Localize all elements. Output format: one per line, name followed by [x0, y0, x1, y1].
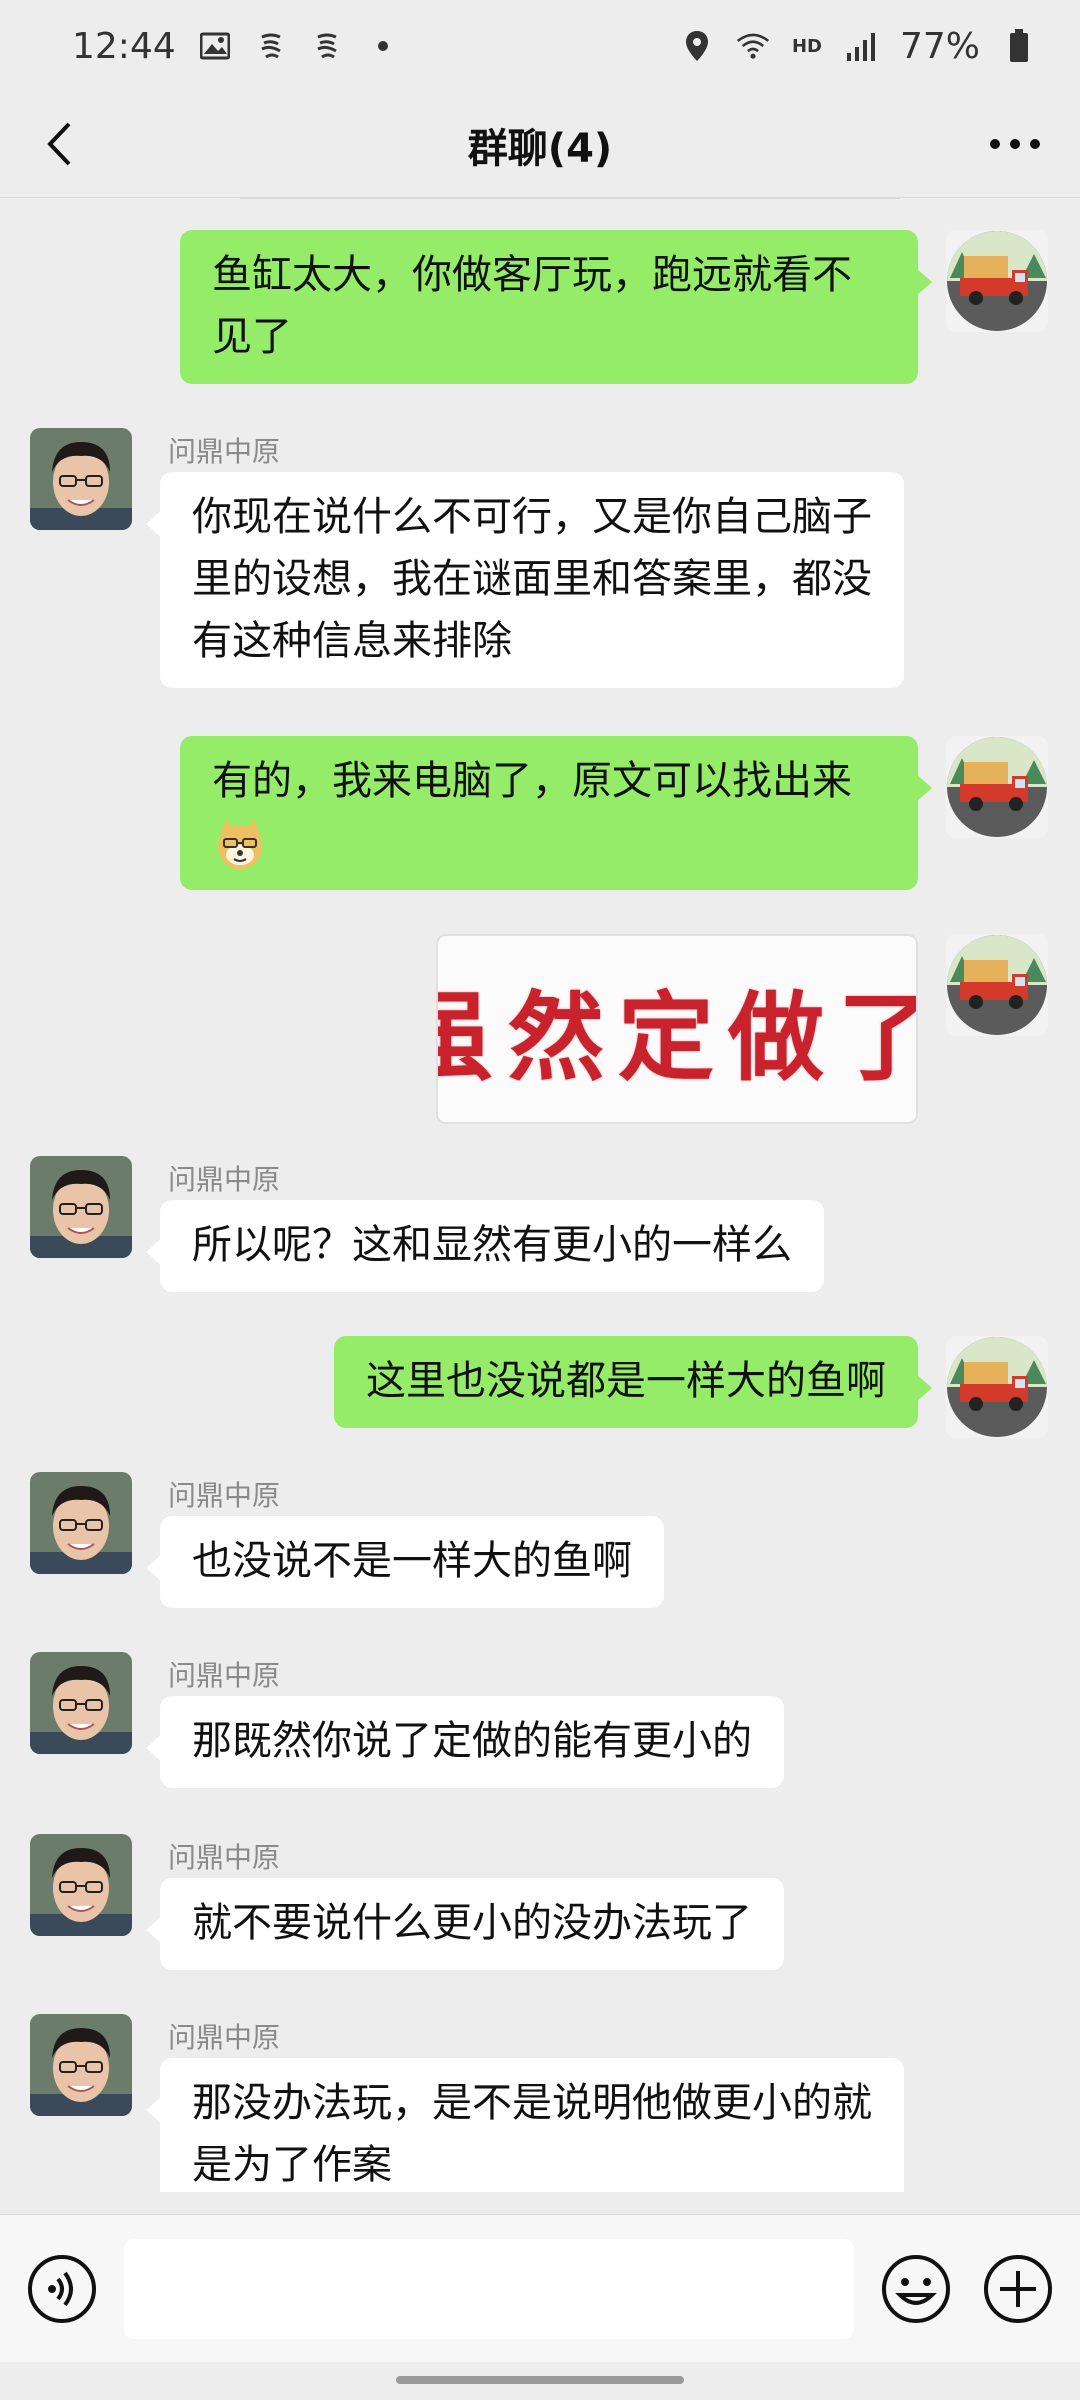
- sender-name: 问鼎中原: [168, 1163, 281, 1196]
- emoji-button[interactable]: [880, 2253, 952, 2325]
- chat-messages[interactable]: 鱼缸太大，你做客厅玩，跑远就看不见了 问鼎中原 你现在说什么不可行，又是你自己脑…: [0, 198, 1080, 2192]
- divider: [240, 198, 900, 199]
- message-bubble[interactable]: 有的，我来电脑了，原文可以找出来: [180, 736, 932, 890]
- plus-button[interactable]: [982, 2253, 1054, 2325]
- sender-name: 问鼎中原: [168, 1659, 281, 1692]
- person-avatar-icon: [30, 1834, 132, 1936]
- sender-name: 问鼎中原: [168, 1841, 281, 1874]
- voice-icon: [28, 2255, 96, 2323]
- person-avatar-icon: [30, 428, 132, 530]
- truck-avatar-icon: [946, 934, 1048, 1036]
- contact-avatar[interactable]: [30, 1472, 132, 1574]
- more-button[interactable]: [980, 114, 1050, 174]
- hd-label: HD: [791, 35, 822, 57]
- truck-avatar-icon: [946, 1336, 1048, 1438]
- truck-avatar-icon: [946, 736, 1048, 838]
- chat-header: 群聊(4): [0, 92, 1080, 198]
- chat-title: 群聊(4): [467, 125, 613, 172]
- image-text: 虽然定做了: [438, 980, 918, 1094]
- contact-avatar[interactable]: [30, 1156, 132, 1258]
- battery-level: 77%: [899, 25, 980, 67]
- chevron-left-icon: [47, 122, 71, 166]
- my-avatar[interactable]: [946, 934, 1048, 1036]
- location-icon: [680, 29, 714, 63]
- message-text: 有的，我来电脑了，原文可以找出来: [212, 758, 852, 804]
- voice-button[interactable]: [26, 2253, 98, 2325]
- message-bubble[interactable]: 所以呢？这和显然有更小的一样么: [146, 1200, 824, 1292]
- doge-emoji-icon: [212, 817, 268, 873]
- my-avatar[interactable]: [946, 736, 1048, 838]
- gallery-icon: [198, 29, 232, 63]
- message-bubble[interactable]: 鱼缸太大，你做客厅玩，跑远就看不见了: [180, 230, 932, 384]
- message-bubble[interactable]: 也没说不是一样大的鱼啊: [146, 1516, 664, 1608]
- person-avatar-icon: [30, 1156, 132, 1258]
- message-bubble[interactable]: 你现在说什么不可行，又是你自己脑子里的设想，我在谜面里和答案里，都没有这种信息来…: [146, 472, 904, 688]
- message-bubble[interactable]: 那既然你说了定做的能有更小的: [146, 1696, 784, 1788]
- message-bubble[interactable]: 那没办法玩，是不是说明他做更小的就是为了作案: [146, 2058, 904, 2192]
- contact-avatar[interactable]: [30, 428, 132, 530]
- status-left: 12:44: [72, 26, 400, 67]
- contact-avatar[interactable]: [30, 1652, 132, 1754]
- back-button[interactable]: [30, 114, 90, 174]
- app-notification-icon: [254, 29, 288, 63]
- person-avatar-icon: [30, 1652, 132, 1754]
- contact-avatar[interactable]: [30, 1834, 132, 1936]
- truck-avatar-icon: [946, 230, 1048, 332]
- wifi-icon: [736, 29, 770, 63]
- person-avatar-icon: [30, 1472, 132, 1574]
- home-indicator[interactable]: [396, 2376, 684, 2384]
- message-bubble[interactable]: 就不要说什么更小的没办法玩了: [146, 1878, 784, 1970]
- status-time: 12:44: [72, 25, 176, 67]
- status-bar: 12:44 HD 77%: [0, 0, 1080, 92]
- message-bubble[interactable]: 这里也没说都是一样大的鱼啊: [334, 1336, 932, 1428]
- plus-icon: [984, 2255, 1052, 2323]
- message-input[interactable]: [124, 2239, 854, 2339]
- emoji-icon: [882, 2255, 950, 2323]
- dot-icon: [366, 29, 400, 63]
- more-dots-icon: [990, 139, 1040, 149]
- sender-name: 问鼎中原: [168, 1479, 281, 1512]
- sender-name: 问鼎中原: [168, 435, 281, 468]
- person-avatar-icon: [30, 2014, 132, 2116]
- my-avatar[interactable]: [946, 230, 1048, 332]
- signal-icon: [844, 29, 878, 63]
- sender-name: 问鼎中原: [168, 2021, 281, 2054]
- contact-avatar[interactable]: [30, 2014, 132, 2116]
- status-right: HD 77%: [680, 26, 1036, 67]
- input-bar: [0, 2214, 1080, 2362]
- my-avatar[interactable]: [946, 1336, 1048, 1438]
- battery-icon: [1002, 29, 1036, 63]
- app-notification-icon: [310, 29, 344, 63]
- image-message[interactable]: 虽然定做了: [436, 934, 918, 1124]
